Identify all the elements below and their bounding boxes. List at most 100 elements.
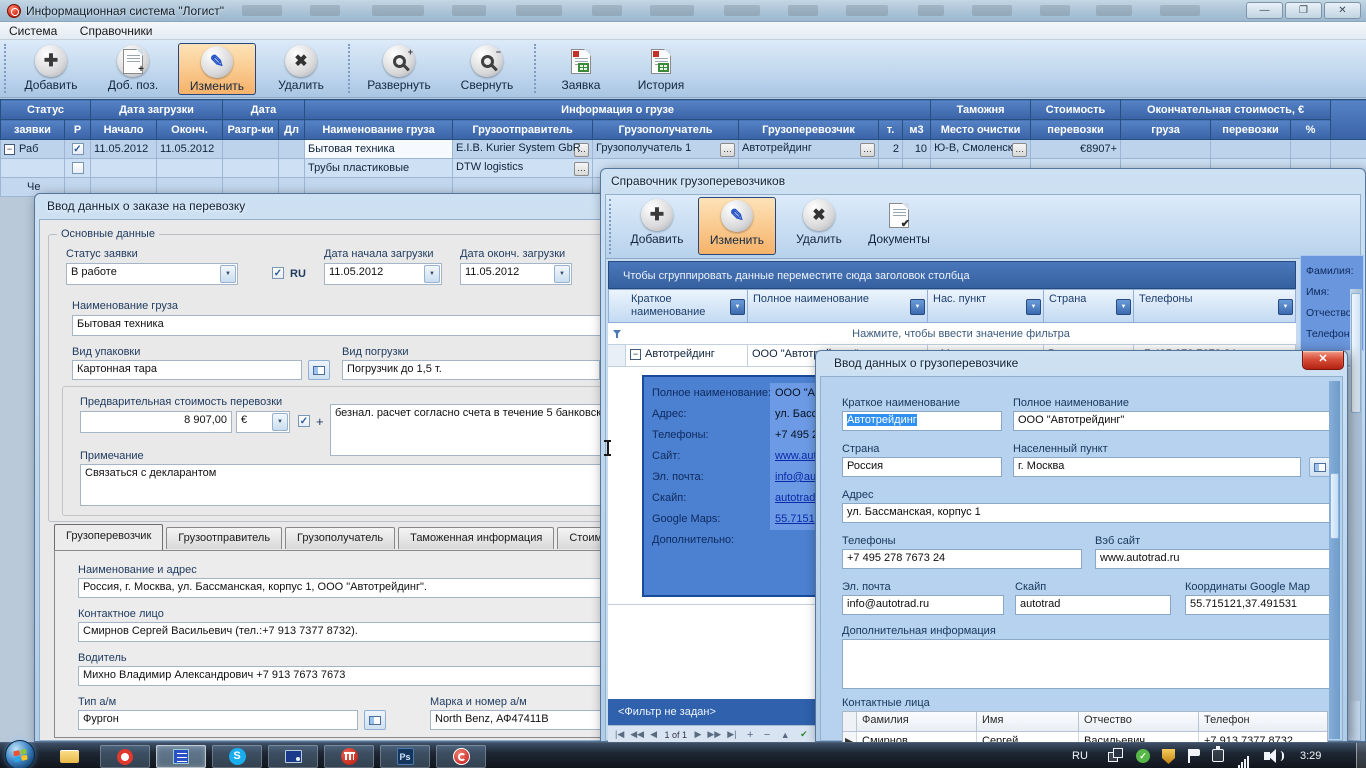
filter-dropdown-icon[interactable]: ▼ xyxy=(1026,299,1041,315)
col-request[interactable]: заявки xyxy=(1,120,65,140)
toolbar-drag-handle[interactable] xyxy=(534,44,536,93)
group-header-status[interactable]: Статус xyxy=(1,100,91,120)
start-button[interactable] xyxy=(5,740,35,768)
col-transport-cost[interactable]: перевозки xyxy=(1031,120,1121,140)
taskbar-opera[interactable] xyxy=(100,745,150,768)
note-field[interactable]: Связаться с декларантом xyxy=(80,464,604,506)
taskbar-remote-viewer[interactable] xyxy=(268,745,318,768)
toolbar-drag-handle[interactable] xyxy=(348,44,350,93)
currency-combo[interactable]: € ▼ xyxy=(236,411,290,433)
contacts-col-phone[interactable]: Телефон xyxy=(1199,712,1328,732)
col-t[interactable]: т. xyxy=(879,120,903,140)
date-end-combo[interactable]: 11.05.2012 ▼ xyxy=(460,263,572,285)
row-checkbox[interactable]: ✓ xyxy=(72,143,84,155)
chevron-down-icon[interactable]: ▼ xyxy=(424,265,440,283)
contacts-col-middlename[interactable]: Отчество xyxy=(1079,712,1199,732)
row-checkbox[interactable] xyxy=(72,162,84,174)
extra-info-field[interactable] xyxy=(842,639,1331,689)
tab-customs-info[interactable]: Таможенная информация xyxy=(398,527,554,549)
address-field[interactable]: ул. Бассманская, корпус 1 xyxy=(842,503,1331,523)
filter-dropdown-icon[interactable]: ▼ xyxy=(1116,299,1131,315)
clock[interactable]: 3:29 xyxy=(1300,750,1321,762)
col-pct[interactable]: % xyxy=(1291,120,1331,140)
taskbar-bank-client[interactable] xyxy=(324,745,374,768)
chevron-down-icon[interactable]: ▼ xyxy=(272,413,288,431)
power-plug-icon[interactable] xyxy=(1212,749,1224,762)
group-by-band[interactable]: Чтобы сгруппировать данные переместите с… xyxy=(608,261,1296,289)
filter-dropdown-icon[interactable]: ▼ xyxy=(1278,299,1293,315)
collapse-row-icon[interactable]: − xyxy=(4,144,15,155)
col-customs-place[interactable]: Место очистки xyxy=(931,120,1031,140)
ellipsis-button[interactable]: … xyxy=(574,162,589,176)
nav-commit-icon[interactable]: ✔ xyxy=(800,729,808,739)
payment-checkbox[interactable]: ✓ xyxy=(298,415,310,427)
main-titlebar[interactable]: Информационная система "Логист" — ❐ ✕ xyxy=(0,0,1366,22)
col-transport-final[interactable]: перевозки xyxy=(1211,120,1291,140)
lookup-icon[interactable] xyxy=(364,710,386,730)
action-center-flag-icon[interactable] xyxy=(1190,749,1200,756)
collapse-row-icon[interactable]: − xyxy=(630,349,641,360)
shield-icon[interactable] xyxy=(1162,749,1175,764)
nav-edit-icon[interactable]: ▲ xyxy=(781,730,790,740)
loading-field[interactable]: Погрузчик до 1,5 т. xyxy=(342,360,600,380)
taskbar-photoshop[interactable]: Ps xyxy=(380,745,430,768)
group-header-final-cost[interactable]: Окончательная стоимость, € xyxy=(1121,100,1331,120)
toolbar-drag-handle[interactable] xyxy=(609,199,611,254)
order-row[interactable]: −Раб ✓ 11.05.2012 11.05.2012 Бытовая тех… xyxy=(1,140,1366,159)
phones-field[interactable]: +7 495 278 7673 24 xyxy=(842,549,1082,569)
restore-button[interactable]: ❐ xyxy=(1285,2,1322,19)
minimize-button[interactable]: — xyxy=(1246,2,1283,19)
ellipsis-button[interactable]: … xyxy=(720,143,735,157)
vertical-scrollbar[interactable] xyxy=(1350,289,1362,701)
col-m3[interactable]: м3 xyxy=(903,120,931,140)
nav-next-icon[interactable]: ▶ xyxy=(694,729,701,739)
col-r[interactable]: Р xyxy=(65,120,91,140)
col-cargo-name[interactable]: Наименование груза xyxy=(305,120,453,140)
close-icon[interactable]: ✕ xyxy=(1302,351,1344,370)
col-carrier[interactable]: Грузоперевозчик xyxy=(739,120,879,140)
nav-prev-page-icon[interactable]: ◀◀ xyxy=(630,729,644,739)
col-end[interactable]: Оконч. xyxy=(157,120,223,140)
country-field[interactable]: Россия xyxy=(842,457,1002,477)
chevron-down-icon[interactable]: ▼ xyxy=(554,265,570,283)
hidden-icons-icon[interactable] xyxy=(1113,748,1123,758)
col-phones[interactable]: Телефоны ▼ xyxy=(1134,289,1296,323)
tab-consignee[interactable]: Грузополучатель xyxy=(285,527,395,549)
full-name-field[interactable]: ООО "Автотрейдинг" xyxy=(1013,411,1331,431)
filter-dropdown-icon[interactable]: ▼ xyxy=(910,299,925,315)
taskbar-red-app[interactable] xyxy=(436,745,486,768)
ellipsis-button[interactable]: … xyxy=(860,143,875,157)
language-indicator[interactable]: RU xyxy=(1072,750,1088,762)
packing-field[interactable]: Картонная тара xyxy=(72,360,302,380)
nav-first-icon[interactable]: |◀ xyxy=(615,729,624,739)
close-button[interactable]: ✕ xyxy=(1324,2,1361,19)
truck-field[interactable]: North Benz, АФ47411В xyxy=(430,710,606,730)
carrier-add-button[interactable]: ✚ Добавить xyxy=(618,197,696,255)
city-field[interactable]: г. Москва xyxy=(1013,457,1301,477)
col-cargo-cost[interactable]: груза xyxy=(1121,120,1211,140)
carrier-delete-button[interactable]: ✖ Удалить xyxy=(780,197,858,255)
taskbar-logist-app[interactable] xyxy=(156,745,206,768)
tab-carrier[interactable]: Грузоперевозчик xyxy=(54,524,163,550)
col-shipper[interactable]: Грузоотправитель xyxy=(453,120,593,140)
ru-checkbox[interactable]: ✓ xyxy=(272,267,284,279)
payment-terms-field[interactable]: безнал. расчет согласно счета в течение … xyxy=(330,404,618,456)
website-field[interactable]: www.autotrad.ru xyxy=(1095,549,1331,569)
short-name-field[interactable]: Автотрейдинг xyxy=(842,411,1002,431)
antivirus-status-icon[interactable]: ✓ xyxy=(1136,749,1150,763)
nav-remove-icon[interactable]: − xyxy=(764,729,770,741)
group-header-date[interactable]: Дата xyxy=(223,100,305,120)
group-header-customs[interactable]: Таможня xyxy=(931,100,1031,120)
col-dl[interactable]: Дл xyxy=(279,120,305,140)
col-country[interactable]: Страна ▼ xyxy=(1044,289,1134,323)
col-full-name[interactable]: Полное наименование ▼ xyxy=(748,289,928,323)
carrier-edit-button[interactable]: ✎ Изменить xyxy=(698,197,776,255)
group-header-cost[interactable]: Стоимость xyxy=(1031,100,1121,120)
email-field[interactable]: info@autotrad.ru xyxy=(842,595,1004,615)
scrollbar-thumb[interactable] xyxy=(1351,293,1361,413)
taskbar-explorer[interactable] xyxy=(44,745,94,768)
lookup-icon[interactable] xyxy=(1309,457,1331,477)
nav-next-page-icon[interactable]: ▶▶ xyxy=(707,729,721,739)
network-signal-icon[interactable] xyxy=(1238,751,1250,768)
dialog-scrollbar[interactable] xyxy=(1329,381,1340,739)
